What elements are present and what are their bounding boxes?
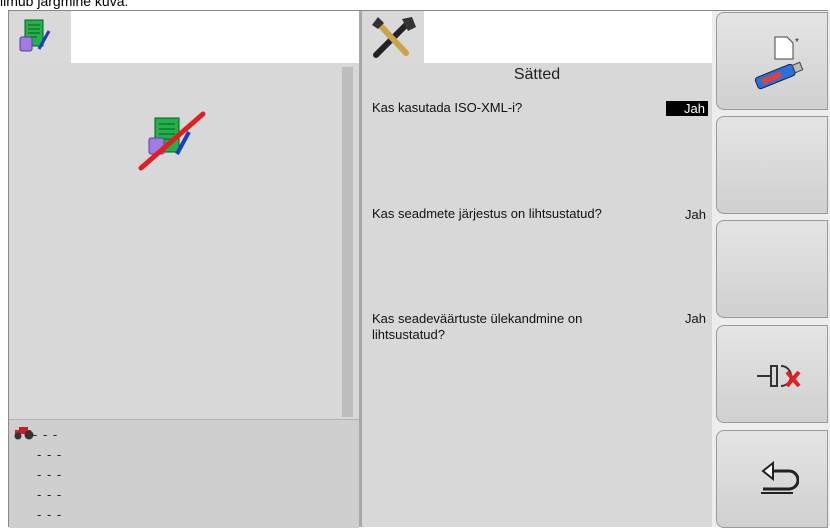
back-arrow-icon bbox=[761, 460, 799, 494]
settings-pane bbox=[362, 63, 712, 527]
empty-button-3[interactable] bbox=[716, 220, 828, 318]
task-scrollbar[interactable] bbox=[342, 67, 353, 417]
setting-question-device-order: Kas seadmete järjestus on lihtsustatud? bbox=[372, 206, 602, 221]
settings-tab-strip bbox=[424, 11, 712, 63]
status-line-4: - - - bbox=[37, 487, 63, 502]
setting-question-iso-xml: Kas kasutada ISO-XML-i? bbox=[372, 100, 523, 115]
status-panel: - - - - - - - - - - - - - - - bbox=[9, 419, 359, 528]
task-tab[interactable] bbox=[9, 11, 72, 63]
setting-value-iso-xml[interactable]: Jah bbox=[642, 101, 708, 117]
task-document-icon bbox=[19, 19, 51, 52]
status-line-3: - - - bbox=[37, 467, 63, 482]
tractor-icon bbox=[14, 427, 34, 440]
status-line-1: - - - bbox=[33, 427, 59, 442]
status-line-2: - - - bbox=[37, 447, 63, 462]
back-button[interactable] bbox=[716, 430, 828, 528]
new-usb-button[interactable]: * bbox=[716, 12, 828, 110]
settings-tab[interactable] bbox=[362, 11, 424, 63]
setting-value-value-transfer[interactable]: Jah bbox=[660, 311, 706, 327]
empty-button-2[interactable] bbox=[716, 116, 828, 214]
settings-title: Sätted bbox=[513, 66, 561, 83]
task-document-disabled-icon bbox=[138, 111, 206, 171]
caption: ilmub järgmine kuva: bbox=[0, 0, 129, 9]
disconnect-button[interactable] bbox=[716, 325, 828, 423]
setting-value-device-order[interactable]: Jah bbox=[660, 207, 706, 223]
setting-question-value-transfer: Kas seadeväärtuste ülekandmine on lihtsu… bbox=[372, 311, 583, 342]
usb-new-icon: * bbox=[754, 36, 804, 90]
status-line-5: - - - bbox=[37, 507, 63, 522]
setting-value-iso-xml-text: Jah bbox=[666, 101, 708, 116]
svg-text:*: * bbox=[795, 37, 799, 48]
disconnect-icon bbox=[757, 365, 801, 388]
task-pane bbox=[9, 63, 359, 417]
left-tab-strip bbox=[71, 11, 359, 63]
tools-icon bbox=[372, 17, 416, 58]
